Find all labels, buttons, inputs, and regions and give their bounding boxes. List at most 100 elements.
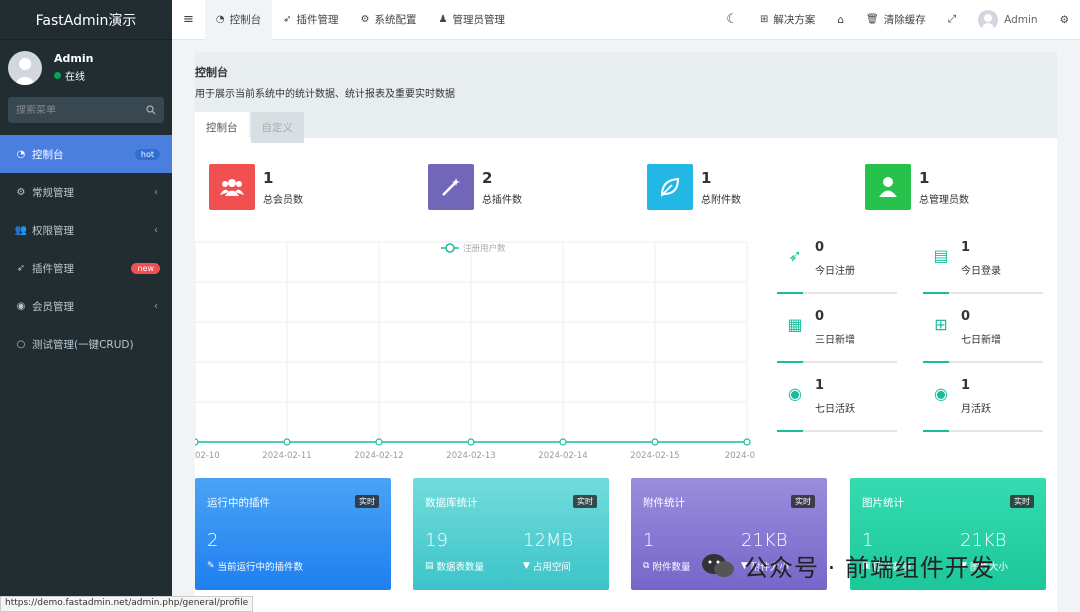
dashboard-panel: 控制台 用于展示当前系统中的统计数据、统计报表及重要实时数据 控制台 自定义 1…: [195, 52, 1057, 612]
sidebar-item-dashboard[interactable]: ◔ 控制台 hot: [0, 135, 172, 173]
filter-icon: ▼: [523, 561, 530, 571]
users-icon: [209, 164, 255, 210]
new-badge: new: [131, 262, 160, 274]
cog-icon: ⚙: [360, 14, 370, 25]
mini-stat-today-register: ➶ 0 今日注册: [777, 236, 897, 294]
data-point: [559, 438, 567, 446]
card-running-addons: 运行中的插件 实时 2 ✎ 当前运行中的插件数: [195, 478, 391, 590]
rocket-icon: ➶: [283, 14, 292, 25]
mini-stat-7day-active: ◉ 1 七日活跃: [777, 374, 897, 432]
x-tick-label: 02-10: [195, 451, 220, 461]
chevron-left-icon: ‹: [154, 186, 158, 198]
leaf-icon: [647, 164, 693, 210]
user-icon: ♟: [438, 14, 448, 25]
sidebar: FastAdmin演示 Admin 在线 ◔ 控制台 hot ⚙ 常规管理 ‹ …: [0, 0, 172, 612]
gear-icon: ⚙: [1059, 13, 1069, 26]
realtime-badge: 实时: [573, 495, 597, 508]
calendar-plus-icon: ⊞: [934, 315, 948, 334]
stat-admins: 1 总管理员数: [865, 164, 969, 210]
circle-icon: ○: [16, 338, 26, 350]
x-tick-label: 2024-02-11: [262, 451, 311, 461]
sidebar-item-auth[interactable]: 👥 权限管理 ‹: [0, 211, 172, 249]
clear-cache-button[interactable]: 🗑 清除缓存: [855, 0, 937, 40]
sidebar-search: [8, 97, 164, 123]
mini-stat-3day-new: ▦ 0 三日新增: [777, 305, 897, 363]
app-logo[interactable]: FastAdmin演示: [0, 0, 172, 40]
sitemap-icon: ⊞: [759, 14, 769, 25]
realtime-badge: 实时: [1010, 495, 1034, 508]
avatar[interactable]: [8, 50, 42, 85]
search-icon[interactable]: [146, 105, 156, 115]
user-circle-icon: ◉: [934, 384, 948, 403]
hamburger-icon: ≡: [183, 12, 194, 27]
sidebar-item-general[interactable]: ⚙ 常规管理 ‹: [0, 173, 172, 211]
watermark: 公众号 · 前端组件开发: [700, 548, 995, 583]
avatar: [978, 9, 999, 30]
data-point: [375, 438, 383, 446]
chevron-left-icon: ‹: [154, 300, 158, 312]
data-point: [195, 438, 199, 446]
wechat-icon: [702, 553, 734, 577]
search-input[interactable]: [16, 104, 126, 116]
x-tick-label: 2024-02-15: [630, 451, 679, 461]
data-point: [743, 438, 751, 446]
user-name: Admin: [54, 52, 94, 65]
home-button[interactable]: ⌂: [826, 0, 855, 40]
tab-addon[interactable]: ➶ 插件管理: [272, 0, 349, 40]
sidebar-item-addon[interactable]: ➶ 插件管理 new: [0, 249, 172, 287]
tab-custom[interactable]: 自定义: [250, 112, 304, 143]
rocket-icon: ➶: [788, 246, 802, 265]
tab-dashboard[interactable]: ◔ 控制台: [204, 0, 273, 40]
top-navbar: ≡ ◔ 控制台 ➶ 插件管理 ⚙ 系统配置 ♟ 管理员管理 ☾ ⊞ 解决方案 ⌂…: [172, 0, 1080, 40]
stat-attachments: 1 总附件数: [647, 164, 741, 210]
user-panel: Admin 在线: [0, 40, 172, 95]
fullscreen-button[interactable]: ⤢: [937, 0, 967, 40]
stat-addons: 2 总插件数: [428, 164, 522, 210]
mini-stat-7day-new: ⊞ 0 七日新增: [923, 305, 1043, 363]
stat-members: 1 总会员数: [209, 164, 303, 210]
solutions-link[interactable]: ⊞ 解决方案: [749, 0, 826, 40]
data-point: [651, 438, 659, 446]
realtime-badge: 实时: [355, 495, 379, 508]
chevron-left-icon: ‹: [154, 224, 158, 236]
online-dot-icon: [54, 72, 61, 79]
x-tick-label: 2024-02-13: [446, 451, 495, 461]
data-point: [283, 438, 291, 446]
browser-status-url: https://demo.fastadmin.net/admin.php/gen…: [0, 596, 254, 612]
user-circle-icon: ◉: [788, 384, 802, 403]
rocket-icon: ➶: [16, 262, 26, 274]
tab-console[interactable]: 控制台: [195, 112, 249, 143]
pencil-icon: ✎: [207, 561, 215, 571]
sidebar-menu: ◔ 控制台 hot ⚙ 常规管理 ‹ 👥 权限管理 ‹ ➶ 插件管理 new ◉…: [0, 135, 172, 363]
home-icon: ⌂: [837, 13, 844, 26]
user-status: 在线: [54, 68, 93, 83]
legend-label: 注册用户数: [463, 243, 506, 254]
x-tick-label: 2024-02-14: [538, 451, 587, 461]
tab-config[interactable]: ⚙ 系统配置: [350, 0, 428, 40]
user-circle-icon: ◉: [16, 300, 26, 312]
dark-mode-button[interactable]: ☾: [715, 0, 749, 40]
cogs-icon: ⚙: [16, 186, 26, 198]
legend-marker: [445, 243, 455, 253]
sidebar-toggle-button[interactable]: ≡: [172, 0, 205, 40]
dashboard-icon: ◔: [215, 14, 225, 25]
settings-button[interactable]: ⚙: [1049, 0, 1080, 40]
x-tick-label: 2024-02-12: [354, 451, 403, 461]
tab-admin[interactable]: ♟ 管理员管理: [428, 0, 516, 40]
hot-badge: hot: [134, 148, 160, 160]
copy-icon: ⧉: [643, 561, 650, 571]
user-icon: [865, 164, 911, 210]
mini-stat-today-login: ▤ 1 今日登录: [923, 236, 1043, 294]
dashboard-icon: ◔: [16, 148, 26, 160]
page-title: 控制台: [195, 66, 228, 79]
trash-icon: 🗑: [866, 14, 879, 25]
mini-stat-month-active: ◉ 1 月活跃: [923, 374, 1043, 432]
sidebar-item-test[interactable]: ○ 测试管理(一键CRUD): [0, 325, 172, 363]
group-icon: 👥: [14, 224, 28, 236]
admin-menu[interactable]: Admin: [967, 0, 1048, 40]
panel-tabs: 控制台 自定义: [195, 112, 1057, 143]
card-database-stats: 数据库统计 实时 19 12MB ▤ 数据表数量 ▼ 占用空间: [413, 478, 609, 590]
fullscreen-icon: ⤢: [947, 13, 957, 25]
moon-icon: ☾: [726, 12, 738, 27]
sidebar-item-user[interactable]: ◉ 会员管理 ‹: [0, 287, 172, 325]
